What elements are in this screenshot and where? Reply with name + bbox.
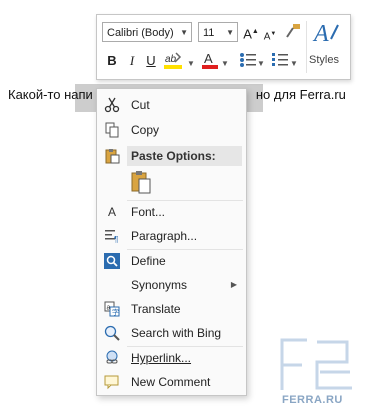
paragraph-icon: ¶ xyxy=(104,228,120,244)
copy-icon xyxy=(104,122,120,138)
translate-icon: a字 xyxy=(104,301,120,317)
menu-item-translate[interactable]: a字 Translate xyxy=(97,298,246,320)
numbered-list-icon xyxy=(272,53,288,66)
scissors-icon xyxy=(104,97,120,113)
font-color-icon: A xyxy=(202,51,218,69)
bullet-list-icon xyxy=(240,53,256,67)
svg-text:ab: ab xyxy=(165,54,177,65)
font-name-value: Calibri (Body) xyxy=(107,27,174,39)
italic-button[interactable]: I xyxy=(125,52,139,70)
styles-button[interactable]: A xyxy=(311,19,341,49)
chevron-down-icon[interactable]: ▼ xyxy=(257,55,265,73)
menu-item-label: Hyperlink... xyxy=(131,351,192,365)
shrink-font-button[interactable]: A▼ xyxy=(263,25,277,46)
bold-button[interactable]: B xyxy=(105,52,119,70)
format-painter-icon xyxy=(286,24,300,38)
mini-toolbar: Calibri (Body) ▼ 11 ▼ A▲ A▼ A Styles B I… xyxy=(96,14,351,80)
menu-item-label: Synonyms xyxy=(131,278,188,292)
watermark-text: FERRA.RU xyxy=(282,394,343,406)
menu-item-label: Font... xyxy=(131,205,166,219)
font-icon: A xyxy=(107,205,116,219)
chevron-down-icon: ▼ xyxy=(180,28,188,37)
menu-item-label: Paragraph... xyxy=(131,229,198,243)
menu-item-font[interactable]: A Font... xyxy=(97,201,246,223)
chevron-right-icon: ▶ xyxy=(230,280,237,289)
paste-keep-text-icon xyxy=(131,171,151,194)
svg-text:A: A xyxy=(204,51,213,66)
menu-item-hyperlink[interactable]: Hyperlink... xyxy=(97,347,246,369)
chevron-down-icon[interactable]: ▼ xyxy=(221,55,229,73)
svg-text:A: A xyxy=(312,21,329,47)
bullets-button[interactable] xyxy=(239,52,257,73)
menu-item-paragraph[interactable]: ¶ Paragraph... xyxy=(97,225,246,247)
highlight-button[interactable]: ab xyxy=(163,50,185,75)
context-menu: Cut Copy Paste Options: A Font... ¶ Para… xyxy=(96,88,247,396)
menu-item-search-bing[interactable]: Search with Bing xyxy=(97,322,246,344)
menu-item-label: Define xyxy=(131,254,166,268)
menu-item-define[interactable]: Define xyxy=(97,250,246,272)
font-size-combobox[interactable]: 11 ▼ xyxy=(198,22,238,42)
paste-options-label: Paste Options: xyxy=(127,146,242,166)
menu-item-label: New Comment xyxy=(131,375,211,389)
svg-text:字: 字 xyxy=(112,308,119,317)
font-name-combobox[interactable]: Calibri (Body) ▼ xyxy=(102,22,192,42)
paste-keep-text-button[interactable] xyxy=(129,169,153,195)
menu-item-cut[interactable]: Cut xyxy=(97,94,246,116)
menu-item-label: Translate xyxy=(131,302,181,316)
svg-text:a: a xyxy=(107,305,111,312)
define-icon xyxy=(104,253,120,269)
highlighter-icon: ab xyxy=(164,52,182,69)
menu-item-label: Search with Bing xyxy=(131,326,222,340)
hyperlink-icon xyxy=(104,350,120,366)
grow-font-button[interactable]: A▲ xyxy=(243,23,259,43)
search-icon xyxy=(104,325,120,341)
toolbar-separator xyxy=(306,21,307,73)
styles-label: Styles xyxy=(309,54,339,66)
menu-item-label: Cut xyxy=(131,98,150,112)
comment-icon xyxy=(104,374,120,390)
format-painter-button[interactable] xyxy=(283,22,303,45)
font-color-button[interactable]: A xyxy=(201,50,219,75)
chevron-down-icon[interactable]: ▼ xyxy=(187,55,195,73)
menu-item-new-comment[interactable]: New Comment xyxy=(97,371,246,393)
menu-item-copy[interactable]: Copy xyxy=(97,119,246,141)
font-size-value: 11 xyxy=(203,27,215,39)
document-text-right: но для Ferra.ru xyxy=(255,87,346,102)
chevron-down-icon: ▼ xyxy=(226,28,234,37)
clipboard-icon xyxy=(104,148,120,164)
document-text-left: Какой-то напи xyxy=(8,87,93,102)
numbering-button[interactable] xyxy=(271,52,289,73)
svg-text:¶: ¶ xyxy=(114,235,118,244)
underline-button[interactable]: U xyxy=(144,52,158,70)
menu-item-label: Copy xyxy=(131,123,160,137)
styles-icon: A xyxy=(312,21,339,47)
chevron-down-icon[interactable]: ▼ xyxy=(290,55,298,73)
menu-item-synonyms[interactable]: Synonyms ▶ xyxy=(97,274,246,296)
